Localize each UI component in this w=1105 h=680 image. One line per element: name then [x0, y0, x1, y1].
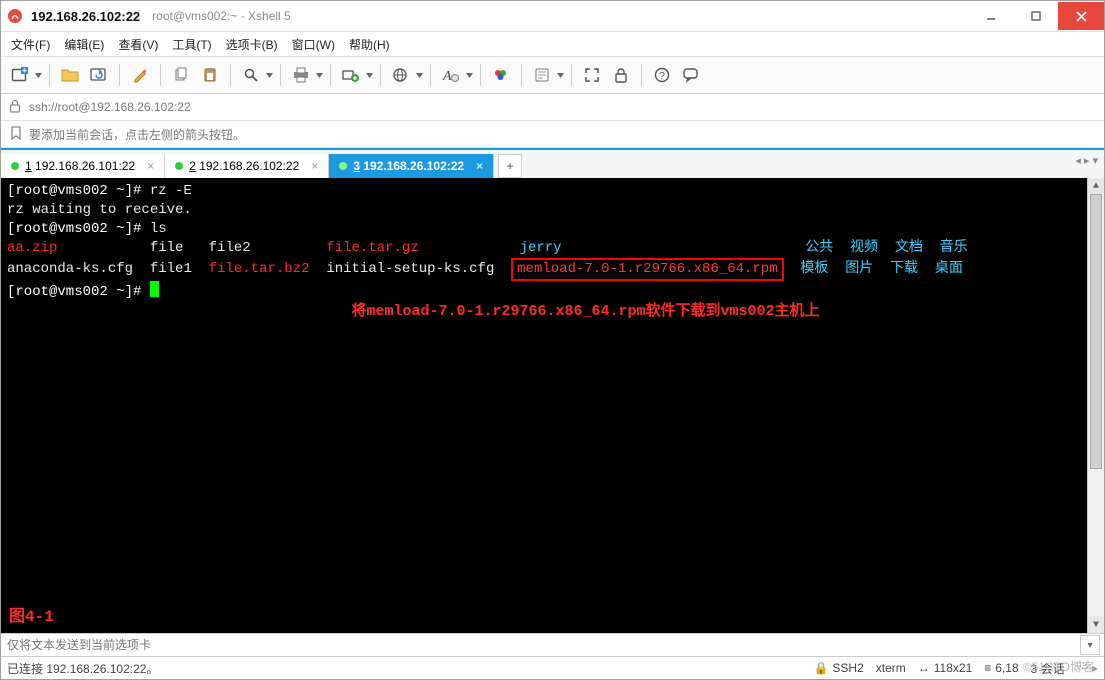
lock-button[interactable]	[608, 63, 634, 87]
tab-nav-arrows[interactable]: ◂ ▸ ▾	[1075, 154, 1098, 167]
tab-close-icon[interactable]: ×	[311, 159, 318, 173]
close-button[interactable]	[1058, 2, 1104, 30]
status-term: xterm	[876, 661, 906, 675]
print-dropdown[interactable]	[315, 73, 323, 78]
scroll-thumb[interactable]	[1090, 194, 1102, 469]
add-tab-button[interactable]: +	[498, 154, 522, 178]
tab-3[interactable]: 3 192.168.26.102:22 ×	[329, 154, 494, 178]
menu-edit[interactable]: 编辑(E)	[64, 36, 104, 53]
font-dropdown[interactable]	[465, 73, 473, 78]
menu-help[interactable]: 帮助(H)	[349, 36, 390, 53]
encoding-button[interactable]	[388, 63, 414, 87]
tab-close-icon[interactable]: ×	[147, 159, 154, 173]
status-connection: 已连接 192.168.26.102:22。	[7, 660, 158, 677]
status-pos: ≡ 6,18	[984, 661, 1018, 675]
tab-2[interactable]: 2 192.168.26.102:22 ×	[165, 154, 329, 178]
terminal[interactable]: [root@vms002 ~]# rz -E rz waiting to rec…	[1, 178, 1104, 633]
hintbar: 要添加当前会话，点击左侧的箭头按钮。	[1, 121, 1104, 148]
font-button[interactable]: A	[438, 63, 464, 87]
reconnect-button[interactable]	[86, 63, 112, 87]
script-dropdown[interactable]	[556, 73, 564, 78]
color-button[interactable]	[488, 63, 514, 87]
status-sessions: 3 会话	[1031, 660, 1065, 677]
toolbar: A ?	[1, 57, 1104, 94]
new-session-dropdown[interactable]	[34, 73, 42, 78]
sendbar: ▾	[1, 633, 1104, 656]
maximize-button[interactable]	[1013, 2, 1058, 30]
send-target-dropdown[interactable]: ▾	[1080, 635, 1100, 655]
help-button[interactable]: ?	[649, 63, 675, 87]
properties-button[interactable]	[127, 63, 153, 87]
status-dot-icon	[339, 162, 347, 170]
scroll-down-icon[interactable]: ▼	[1088, 617, 1104, 633]
fullscreen-button[interactable]	[579, 63, 605, 87]
menu-tabs[interactable]: 选项卡(B)	[226, 36, 278, 53]
lock-icon	[9, 99, 21, 116]
status-dot-icon	[11, 162, 19, 170]
script-button[interactable]	[529, 63, 555, 87]
title-sub: root@vms002:~ - Xshell 5	[152, 9, 291, 23]
find-dropdown[interactable]	[265, 73, 273, 78]
status-size: ↔ 118x21	[918, 661, 972, 675]
annotation-text: 将memload-7.0-1.r29766.x86_64.rpm软件下载到vms…	[351, 303, 819, 320]
encoding-dropdown[interactable]	[415, 73, 423, 78]
address-input[interactable]	[27, 99, 1096, 115]
tab-close-icon[interactable]: ×	[476, 159, 483, 173]
feedback-button[interactable]	[678, 63, 704, 87]
xftp-dropdown[interactable]	[365, 73, 373, 78]
send-input[interactable]	[1, 638, 1080, 652]
menu-window[interactable]: 窗口(W)	[292, 36, 335, 53]
menu-file[interactable]: 文件(F)	[11, 36, 50, 53]
app-icon	[7, 8, 23, 24]
figure-label: 图4-1	[9, 608, 54, 627]
svg-text:?: ?	[659, 71, 665, 82]
paste-button[interactable]	[197, 63, 223, 87]
statusbar: 已连接 192.168.26.102:22。 🔒 SSH2 xterm ↔ 11…	[1, 656, 1104, 679]
svg-text:A: A	[442, 69, 452, 83]
new-session-button[interactable]	[7, 63, 33, 87]
menu-view[interactable]: 查看(V)	[118, 36, 158, 53]
titlebar: 192.168.26.102:22 root@vms002:~ - Xshell…	[1, 1, 1104, 32]
open-button[interactable]	[57, 63, 83, 87]
status-proto: 🔒 SSH2	[813, 661, 863, 675]
bookmark-icon[interactable]	[9, 126, 23, 143]
print-button[interactable]	[288, 63, 314, 87]
tabstrip: 1 192.168.26.101:22 × 2 192.168.26.102:2…	[1, 148, 1104, 178]
status-overflow[interactable]: ⋯ ▸	[1077, 661, 1098, 675]
xftp-button[interactable]	[338, 63, 364, 87]
addressbar	[1, 94, 1104, 121]
scroll-up-icon[interactable]: ▲	[1088, 178, 1104, 194]
copy-button[interactable]	[168, 63, 194, 87]
find-button[interactable]	[238, 63, 264, 87]
title-main: 192.168.26.102:22	[31, 9, 140, 24]
cursor	[150, 281, 159, 297]
status-dot-icon	[175, 162, 183, 170]
terminal-scrollbar[interactable]: ▲ ▼	[1087, 178, 1104, 633]
menubar: 文件(F) 编辑(E) 查看(V) 工具(T) 选项卡(B) 窗口(W) 帮助(…	[1, 32, 1104, 57]
hint-text: 要添加当前会话，点击左侧的箭头按钮。	[29, 126, 245, 143]
menu-tool[interactable]: 工具(T)	[172, 36, 211, 53]
highlighted-rpm: memload-7.0-1.r29766.x86_64.rpm	[511, 258, 783, 281]
tab-1[interactable]: 1 192.168.26.101:22 ×	[1, 154, 165, 178]
minimize-button[interactable]	[968, 2, 1013, 30]
